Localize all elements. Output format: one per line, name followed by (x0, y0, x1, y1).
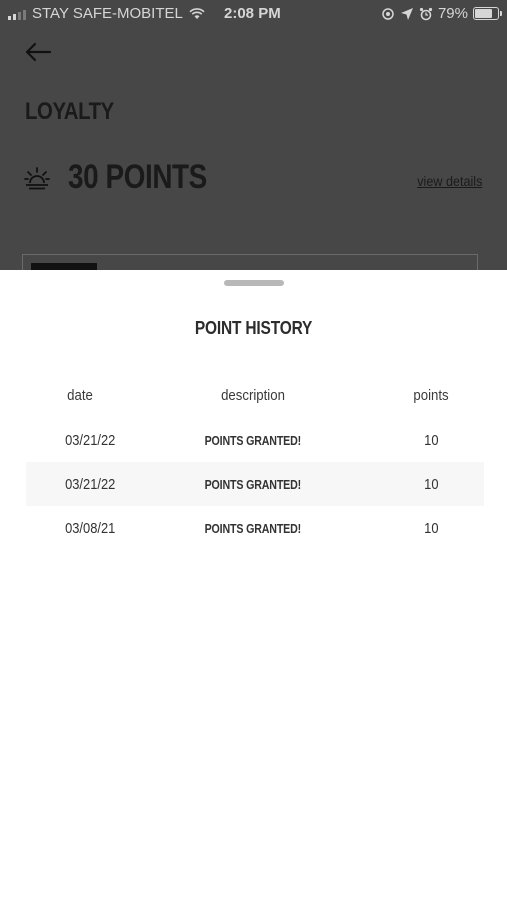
row-date-text: 03/21/22 (64, 475, 116, 493)
row-points: 10 (352, 418, 507, 462)
row-description: POINTS GRANTED! (154, 506, 352, 550)
table-header-row: date description points (26, 372, 484, 418)
table-row: 03/08/21 POINTS GRANTED! 10 (26, 506, 484, 550)
row-description: POINTS GRANTED! (154, 462, 352, 506)
sunrise-icon (24, 167, 50, 190)
row-date: 03/08/21 (26, 506, 154, 550)
battery-percent: 79% (437, 5, 468, 22)
points-total: 30 POINTS (68, 158, 207, 196)
row-date-text: 03/21/22 (64, 431, 116, 449)
sheet-title: POINT HISTORY (194, 318, 313, 338)
row-points-text: 10 (423, 475, 439, 493)
status-right: 79% (381, 5, 502, 22)
row-description-text: POINTS GRANTED! (204, 476, 302, 492)
point-history-sheet: POINT HISTORY date description points 03… (0, 270, 507, 900)
row-points-text: 10 (423, 431, 439, 449)
column-header-description: description (221, 386, 285, 404)
row-date: 03/21/22 (26, 418, 154, 462)
row-description-text: POINTS GRANTED! (204, 432, 302, 448)
column-header-date: date (67, 386, 93, 404)
table-row: 03/21/22 POINTS GRANTED! 10 (26, 418, 484, 462)
view-details-link[interactable]: view details (417, 173, 482, 189)
signal-icon (8, 8, 26, 20)
column-header-points: points (413, 386, 449, 404)
row-points: 10 (352, 462, 507, 506)
alarm-icon (419, 7, 433, 20)
point-history-table: date description points 03/21/22 POINTS … (26, 372, 484, 550)
location-arrow-icon (400, 7, 413, 20)
back-arrow-icon[interactable] (24, 40, 52, 64)
wifi-icon (189, 7, 205, 19)
row-points-text: 10 (423, 519, 439, 537)
battery-fill (475, 9, 492, 18)
status-bar: STAY SAFE-MOBITEL 2:08 PM 79% (0, 0, 507, 28)
table-row: 03/21/22 POINTS GRANTED! 10 (26, 462, 484, 506)
row-date-text: 03/08/21 (64, 519, 116, 537)
page-title: LOYALTY (25, 98, 114, 125)
battery-icon (473, 7, 502, 20)
status-time: 2:08 PM (224, 5, 281, 22)
sheet-drag-handle[interactable] (224, 280, 284, 286)
row-description-text: POINTS GRANTED! (204, 520, 302, 536)
row-date: 03/21/22 (26, 462, 154, 506)
dimmed-background[interactable]: STAY SAFE-MOBITEL 2:08 PM 79% LOYALTY 30… (0, 0, 507, 272)
row-description: POINTS GRANTED! (154, 418, 352, 462)
row-points: 10 (352, 506, 507, 550)
orientation-lock-icon (382, 7, 394, 20)
carrier-name: STAY SAFE-MOBITEL (32, 5, 183, 22)
status-left: STAY SAFE-MOBITEL (8, 5, 205, 22)
